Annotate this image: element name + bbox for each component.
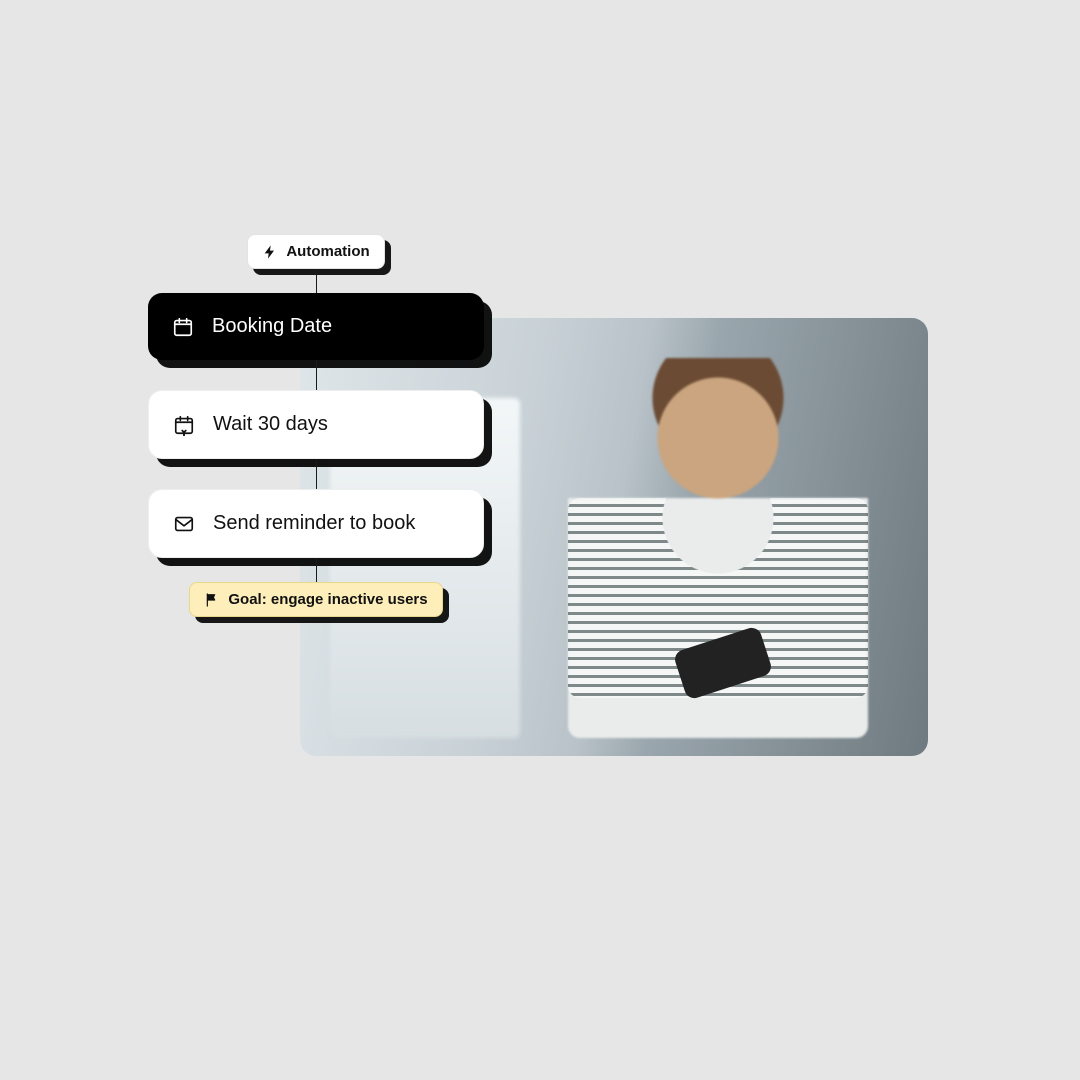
wait-calendar-icon: [173, 414, 195, 436]
mail-icon: [173, 513, 195, 535]
flow-step-send-reminder[interactable]: Send reminder to book: [148, 489, 484, 558]
automation-goal-badge[interactable]: Goal: engage inactive users: [189, 582, 442, 617]
flag-icon: [204, 592, 220, 608]
flow-step-booking-date[interactable]: Booking Date: [148, 293, 484, 360]
automation-header-label: Automation: [286, 243, 369, 260]
bolt-icon: [262, 244, 278, 260]
flow-connector: [316, 558, 317, 582]
flow-step-label: Send reminder to book: [213, 512, 415, 535]
automation-goal-label: Goal: engage inactive users: [228, 591, 427, 608]
flow-step-wait[interactable]: Wait 30 days: [148, 390, 484, 459]
flow-connector: [316, 360, 317, 390]
calendar-icon: [172, 316, 194, 338]
flow-connector: [316, 269, 317, 293]
automation-flow: Automation Booking Date Wait 30 days Sen…: [148, 234, 484, 617]
automation-header-badge[interactable]: Automation: [247, 234, 384, 269]
flow-step-label: Wait 30 days: [213, 413, 328, 436]
flow-step-label: Booking Date: [212, 315, 332, 338]
flow-connector: [316, 459, 317, 489]
